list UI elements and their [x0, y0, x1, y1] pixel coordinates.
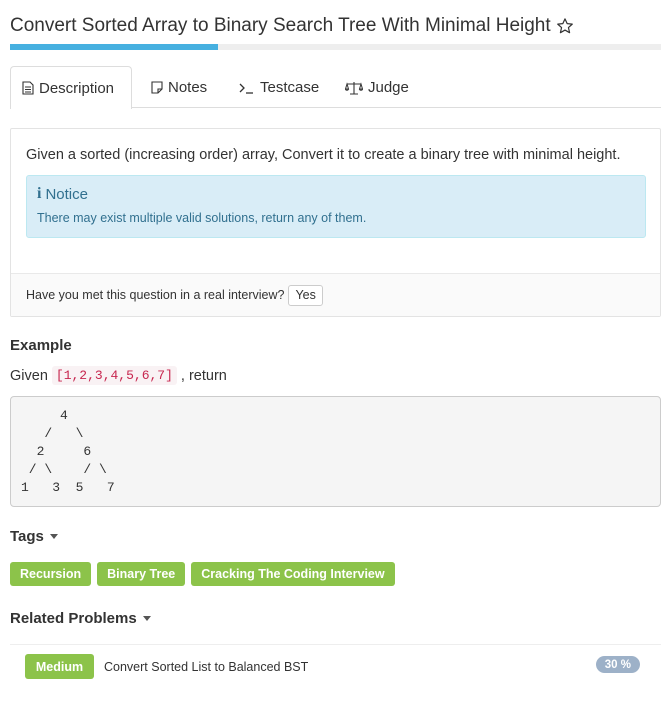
related-heading: Related Problems	[10, 610, 137, 627]
notice-title-text: Notice	[45, 185, 88, 203]
description-panel: Given a sorted (increasing order) array,…	[10, 128, 661, 317]
tab-bar: Description Notes Testcase Judge	[10, 66, 661, 109]
progress-fill	[10, 44, 219, 50]
tab-notes[interactable]: Notes	[138, 66, 226, 108]
example-tree-block: 4 / \ 2 6 / \ / \ 1 3 5 7	[10, 396, 661, 507]
description-text: Given a sorted (increasing order) array,…	[26, 147, 621, 163]
related-problem-link[interactable]: Convert Sorted List to Balanced BST	[104, 660, 308, 674]
given-prefix: Given	[10, 367, 48, 384]
problem-header: Convert Sorted Array to Binary Search Tr…	[10, 14, 574, 38]
tag-list: Recursion Binary Tree Cracking The Codin…	[10, 562, 401, 586]
tag-recursion[interactable]: Recursion	[10, 562, 92, 586]
notice-title: i Notice	[37, 185, 635, 203]
tree-line: / \	[21, 426, 84, 441]
note-icon	[151, 81, 163, 94]
interview-question: Have you met this question in a real int…	[26, 288, 285, 302]
given-array-code: [1,2,3,4,5,6,7]	[51, 366, 177, 385]
star-icon[interactable]	[556, 17, 574, 35]
document-icon	[22, 81, 34, 95]
related-problem-item[interactable]: Medium Convert Sorted List to Balanced B…	[25, 654, 645, 679]
tags-heading: Tags	[10, 528, 44, 545]
tab-label: Notes	[168, 79, 208, 96]
tag-cracking-the-coding-interview[interactable]: Cracking The Coding Interview	[191, 562, 395, 586]
yes-button[interactable]: Yes	[288, 284, 323, 306]
tag-binary-tree[interactable]: Binary Tree	[97, 562, 186, 586]
difficulty-badge: Medium	[25, 654, 94, 679]
notice-box: i Notice There may exist multiple valid …	[26, 175, 646, 238]
info-icon: i	[37, 185, 42, 202]
caret-down-icon	[49, 534, 58, 539]
tab-description[interactable]: Description	[10, 66, 132, 109]
tab-judge[interactable]: Judge	[332, 66, 422, 108]
tab-label: Description	[39, 79, 115, 97]
tab-label: Testcase	[260, 79, 320, 96]
interview-footer: Have you met this question in a real int…	[11, 273, 660, 316]
acceptance-rate-badge: 30 %	[595, 656, 640, 673]
tree-line: / \ / \	[21, 462, 107, 477]
tab-testcase[interactable]: Testcase	[226, 66, 332, 108]
tags-toggle[interactable]: Tags	[10, 528, 58, 545]
tab-label: Judge	[368, 79, 409, 96]
related-problems-toggle[interactable]: Related Problems	[10, 610, 151, 627]
tree-line: 4	[21, 408, 68, 423]
divider	[10, 644, 661, 645]
example-given: Given [1,2,3,4,5,6,7] , return	[10, 366, 227, 385]
tree-line: 1 3 5 7	[21, 480, 115, 495]
description-body: Given a sorted (increasing order) array,…	[11, 129, 660, 273]
tree-line: 2 6	[21, 444, 92, 459]
scales-icon	[345, 81, 363, 95]
problem-title: Convert Sorted Array to Binary Search Tr…	[10, 15, 551, 36]
example-heading: Example	[10, 337, 72, 354]
progress-bar	[10, 44, 661, 50]
given-suffix: , return	[180, 367, 227, 384]
notice-text: There may exist multiple valid solutions…	[37, 211, 367, 225]
terminal-icon	[239, 82, 255, 94]
caret-down-icon	[142, 616, 151, 621]
